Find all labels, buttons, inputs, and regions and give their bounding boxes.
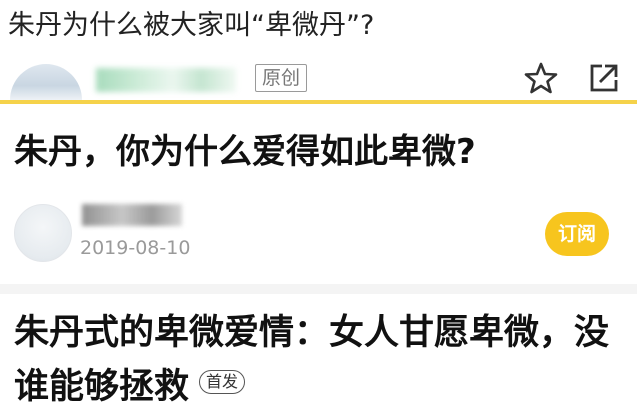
author-row: 原创: [0, 54, 637, 100]
original-tag: 原创: [255, 64, 308, 92]
blurred-author-name-2[interactable]: [82, 204, 182, 226]
article-title: 朱丹，你为什么爱得如此卑微?: [14, 132, 476, 172]
next-article-headline[interactable]: 朱丹式的卑微爱情：女人甘愿卑微，没谁能够拯救 首发: [14, 306, 624, 414]
author-avatar[interactable]: [14, 204, 72, 262]
star-icon: [524, 62, 558, 94]
section-divider: [0, 284, 637, 294]
headline-text: 朱丹式的卑微爱情：女人甘愿卑微，没谁能够拯救: [14, 313, 610, 407]
blurred-author-name[interactable]: [96, 68, 236, 92]
first-release-badge: 首发: [199, 370, 246, 394]
favorite-button[interactable]: [523, 60, 559, 96]
avatar[interactable]: [10, 64, 82, 100]
header-divider: [0, 100, 637, 104]
share-button[interactable]: [586, 60, 622, 96]
share-arrow-icon: [590, 64, 618, 92]
publish-date: 2019-08-10: [80, 237, 191, 259]
subscribe-button[interactable]: 订阅: [545, 212, 609, 256]
article-meta: 2019-08-10 订阅: [0, 200, 637, 270]
page-title: 朱丹为什么被大家叫“卑微丹”?: [8, 10, 375, 41]
